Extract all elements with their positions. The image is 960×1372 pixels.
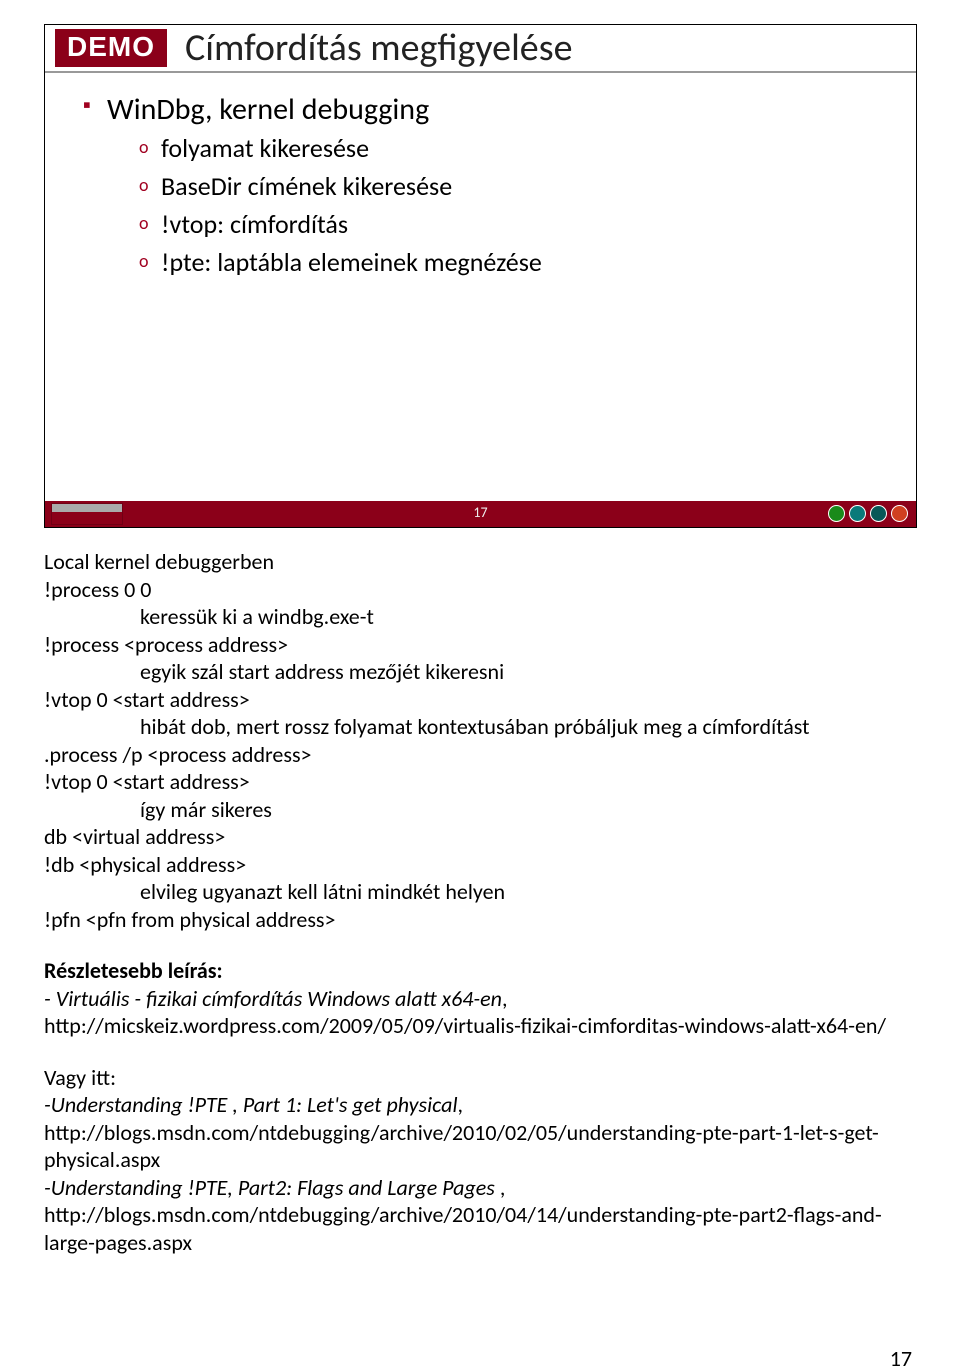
notes-ref-3-url: http://blogs.msdn.com/ntdebugging/archiv… — [44, 1201, 917, 1256]
sub-item: !vtop: címfordítás — [139, 208, 886, 240]
notes-line: így már sikeres — [140, 796, 917, 824]
slide-page-number: 17 — [473, 504, 487, 521]
notes-line: !vtop 0 <start address> — [44, 686, 917, 714]
notes-line: !process 0 0 — [44, 576, 917, 604]
notes-line: .process /p <process address> — [44, 741, 917, 769]
sub-item: folyamat kikeresése — [139, 132, 886, 164]
notes-line: db <virtual address> — [44, 823, 917, 851]
bullet-main-text: WinDbg, kernel debugging — [107, 91, 429, 128]
notes-vagy: Vagy itt: — [44, 1064, 917, 1092]
notes-section-title: Részletesebb leírás: — [44, 957, 917, 985]
nav-close-icon — [891, 505, 908, 522]
notes-ref-2-sep: , — [458, 1091, 464, 1118]
footer-icons — [828, 505, 908, 522]
notes-ref-1: - Virtuális - fizikai címfordítás Window… — [44, 985, 917, 1013]
university-logo — [51, 503, 123, 525]
notes-line: Local kernel debuggerben — [44, 548, 917, 576]
notes-line: egyik szál start address mezőjét kikeres… — [140, 658, 917, 686]
notes-ref-3-title: -Understanding !PTE, Part2: Flags and La… — [44, 1174, 495, 1201]
notes-ref-3: -Understanding !PTE, Part2: Flags and La… — [44, 1174, 917, 1202]
notes-line: keressük ki a windbg.exe-t — [140, 603, 917, 631]
slide-footer: 17 — [45, 501, 916, 527]
notes-ref-2-title: -Understanding !PTE , Part 1: Let's get … — [44, 1091, 458, 1118]
notes-line: elvileg ugyanazt kell látni mindkét hely… — [140, 878, 917, 906]
notes-line: !process <process address> — [44, 631, 917, 659]
demo-slide: DEMO Címfordítás megfigyelése WinDbg, ke… — [44, 24, 917, 528]
notes-ref-1-title: - Virtuális - fizikai címfordítás Window… — [44, 985, 502, 1012]
notes-ref-1-sep: , — [502, 985, 508, 1012]
sub-item: !pte: laptábla elemeinek megnézése — [139, 246, 886, 278]
notes-ref-2-url: http://blogs.msdn.com/ntdebugging/archiv… — [44, 1119, 917, 1174]
page-number: 17 — [890, 1345, 912, 1372]
notes-line: hibát dob, mert rossz folyamat kontextus… — [140, 713, 917, 741]
demo-badge: DEMO — [55, 29, 167, 67]
notes-ref-2: -Understanding !PTE , Part 1: Let's get … — [44, 1091, 917, 1119]
bullet-main: WinDbg, kernel debugging folyamat kikere… — [83, 91, 886, 278]
speaker-notes: Local kernel debuggerben !process 0 0 ke… — [44, 548, 917, 1256]
slide-body: WinDbg, kernel debugging folyamat kikere… — [45, 73, 916, 501]
notes-line: !vtop 0 <start address> — [44, 768, 917, 796]
notes-ref-3-sep: , — [495, 1174, 505, 1201]
notes-ref-1-url: http://micskeiz.wordpress.com/2009/05/09… — [44, 1012, 917, 1040]
nav-next-icon — [870, 505, 887, 522]
notes-line: !db <physical address> — [44, 851, 917, 879]
slide-title: Címfordítás megfigyelése — [167, 25, 572, 71]
notes-line: !pfn <pfn from physical address> — [44, 906, 917, 934]
nav-prev-icon — [828, 505, 845, 522]
nav-misc-icon — [849, 505, 866, 522]
slide-header: DEMO Címfordítás megfigyelése — [45, 25, 916, 73]
sub-item: BaseDir címének kikeresése — [139, 170, 886, 202]
